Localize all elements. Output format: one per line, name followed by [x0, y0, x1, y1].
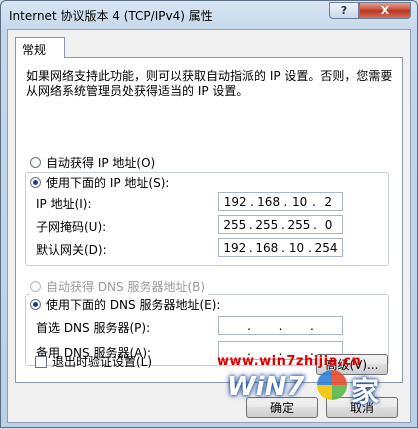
subnet-mask-field[interactable]: 255. 255. 255. 0 [218, 215, 343, 234]
ok-button[interactable]: 确定 [246, 397, 318, 418]
tab-general[interactable]: 常规 [15, 37, 65, 58]
default-gateway-label: 默认网关(D): [36, 243, 107, 257]
preferred-dns-label: 首选 DNS 服务器(P): [36, 321, 151, 335]
octet: 254 [314, 240, 338, 255]
manual-ip-radio[interactable]: 使用下面的 IP 地址(S): [30, 174, 173, 191]
checkbox-icon [35, 355, 47, 368]
auto-ip-radio[interactable]: 自动获得 IP 地址(O) [30, 154, 159, 171]
octet: 255 [255, 217, 279, 232]
radio-selected-icon [30, 299, 41, 310]
advanced-button[interactable]: 高级(V)... [316, 354, 388, 375]
octet: 192 [223, 240, 247, 255]
general-panel: 如果网络支持此功能，则可以获取自动指派的 IP 设置。否则，您需要从网络系统管理… [15, 57, 403, 383]
window-title: Internet 协议版本 4 (TCP/IPv4) 属性 [9, 9, 213, 23]
octet: 0 [324, 217, 333, 232]
octet: 255 [287, 217, 311, 232]
ip-address-label: IP 地址(I): [36, 197, 92, 211]
manual-ip-label: 使用下面的 IP 地址(S): [46, 176, 170, 190]
close-icon: X [380, 4, 390, 17]
validate-on-exit-label: 退出时验证设置(L) [52, 355, 153, 369]
help-button[interactable]: ? [329, 2, 359, 19]
default-gateway-field[interactable]: 192. 168. 10. 254 [218, 238, 343, 257]
validate-on-exit-checkbox[interactable]: 退出时验证设置(L) [35, 353, 152, 370]
preferred-dns-field[interactable]: ... [218, 316, 343, 335]
dialog-window: Internet 协议版本 4 (TCP/IPv4) 属性 ? X 常规 如果网… [0, 0, 418, 428]
octet: 192 [223, 194, 247, 209]
auto-dns-radio[interactable]: 自动获得 DNS 服务器地址(B) [30, 278, 209, 295]
radio-icon [30, 157, 41, 168]
radio-selected-icon [30, 177, 41, 188]
octet: 168 [255, 240, 279, 255]
octet: 2 [324, 194, 333, 209]
octet: 255 [223, 217, 247, 232]
ip-address-field[interactable]: 192. 168. 10. 2 [218, 192, 343, 211]
close-button[interactable]: X [359, 2, 411, 19]
title-bar[interactable]: Internet 协议版本 4 (TCP/IPv4) 属性 ? X [1, 1, 417, 29]
help-icon: ? [340, 4, 348, 17]
description-text: 如果网络支持此功能，则可以获取自动指派的 IP 设置。否则，您需要从网络系统管理… [26, 69, 393, 98]
subnet-mask-label: 子网掩码(U): [36, 220, 107, 234]
octet: 10 [288, 240, 305, 255]
octet: 168 [257, 194, 281, 209]
radio-icon [30, 281, 41, 292]
manual-dns-label: 使用下面的 DNS 服务器地址(E): [46, 298, 221, 312]
cancel-button[interactable]: 取消 [326, 397, 398, 418]
auto-ip-label: 自动获得 IP 地址(O) [46, 156, 156, 170]
manual-dns-radio[interactable]: 使用下面的 DNS 服务器地址(E): [30, 296, 224, 313]
octet: 10 [292, 194, 308, 209]
auto-dns-label: 自动获得 DNS 服务器地址(B) [46, 280, 206, 294]
